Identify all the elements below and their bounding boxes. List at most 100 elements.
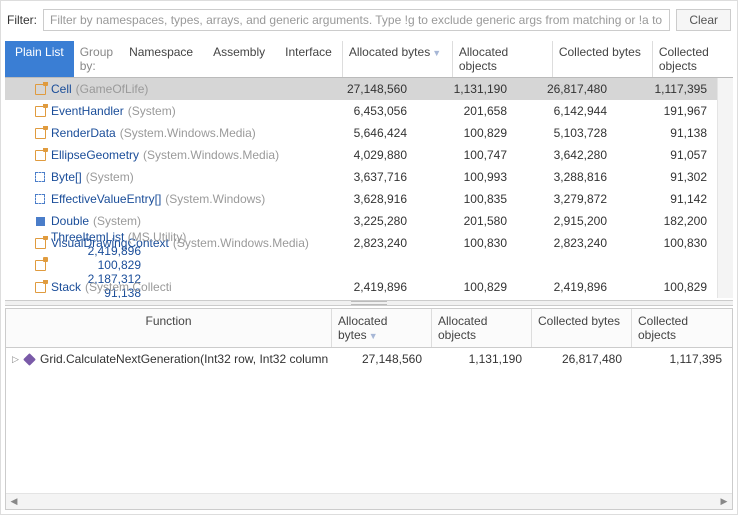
type-name-cell: Cell (GameOfLife) bbox=[5, 82, 317, 96]
type-namespace: (System.Windows) bbox=[165, 192, 265, 206]
type-namespace: (System.Collecti bbox=[85, 280, 172, 294]
type-row[interactable]: EventHandler (System)6,453,056201,6586,1… bbox=[5, 100, 717, 122]
type-namespace: (MS.Utility) bbox=[128, 230, 187, 244]
clear-button[interactable]: Clear bbox=[676, 9, 731, 31]
cell-coll-objs: 91,302 bbox=[617, 170, 717, 184]
col-allocated-bytes[interactable]: Allocated bytes▼ bbox=[332, 309, 432, 347]
cell-alloc-bytes: 2,419,896 bbox=[51, 244, 151, 258]
vertical-scrollbar[interactable] bbox=[717, 78, 733, 298]
type-namespace: (System) bbox=[93, 214, 141, 228]
cell-alloc-objs: 1,131,190 bbox=[432, 352, 532, 366]
type-name-cell: Double (System) bbox=[5, 214, 317, 228]
scroll-right-icon[interactable]: ▶ bbox=[716, 494, 732, 510]
expand-icon[interactable]: ▷ bbox=[12, 354, 22, 365]
cell-coll-objs: 1,117,395 bbox=[617, 82, 717, 96]
type-row[interactable]: Cell (GameOfLife)27,148,5601,131,19026,8… bbox=[5, 78, 717, 100]
type-name: Byte[] bbox=[51, 170, 82, 184]
call-tree-pane: Function Allocated bytes▼ Allocated obje… bbox=[5, 308, 733, 510]
type-name: Cell bbox=[51, 82, 72, 96]
type-name: Stack bbox=[51, 280, 81, 294]
cell-coll-bytes: 26,817,480 bbox=[517, 82, 617, 96]
scroll-left-icon[interactable]: ◀ bbox=[6, 494, 22, 510]
type-row[interactable]: EllipseGeometry (System.Windows.Media) 4,… bbox=[5, 144, 717, 166]
tab-namespace[interactable]: Namespace bbox=[119, 41, 203, 77]
cell-alloc-objs: 100,829 bbox=[51, 258, 151, 272]
type-icon bbox=[33, 126, 47, 140]
cell-alloc-objs: 100,993 bbox=[417, 170, 517, 184]
col-collected-bytes[interactable]: Collected bytes bbox=[532, 309, 632, 347]
type-name-cell: EventHandler (System) bbox=[5, 104, 317, 118]
cell-coll-objs: 182,200 bbox=[617, 214, 717, 228]
col-allocated-bytes[interactable]: Allocated bytes▼ bbox=[342, 41, 452, 77]
cell-alloc-objs: 100,829 bbox=[417, 126, 517, 140]
type-icon bbox=[33, 258, 47, 272]
cell-alloc-bytes: 4,029,880 bbox=[317, 148, 417, 162]
col-allocated-objects[interactable]: Allocated objects bbox=[432, 309, 532, 347]
type-namespace: (GameOfLife) bbox=[76, 82, 149, 96]
type-row[interactable]: Byte[] (System)3,637,716100,9933,288,816… bbox=[5, 166, 717, 188]
cell-alloc-bytes: 5,646,424 bbox=[317, 126, 417, 140]
splitter[interactable] bbox=[5, 300, 733, 306]
type-row[interactable]: ThreeItemList (MS.Utility)2,419,896100,8… bbox=[5, 254, 717, 276]
type-icon bbox=[33, 280, 47, 294]
type-name-cell: Byte[] (System) bbox=[5, 170, 317, 184]
column-headers: Allocated bytes▼ Allocated objects Colle… bbox=[342, 41, 738, 77]
type-icon bbox=[33, 148, 47, 162]
tab-plain-list[interactable]: Plain List bbox=[5, 41, 74, 77]
cell-alloc-bytes: 6,453,056 bbox=[317, 104, 417, 118]
cell-alloc-objs: 100,747 bbox=[417, 148, 517, 162]
cell-alloc-bytes: 2,419,896 bbox=[317, 280, 417, 294]
cell-coll-objs: 100,829 bbox=[617, 280, 717, 294]
type-namespace: (System) bbox=[86, 170, 134, 184]
group-by-label: Group by: bbox=[74, 41, 119, 77]
filter-input[interactable] bbox=[43, 9, 670, 31]
type-name: EllipseGeometry bbox=[51, 148, 139, 162]
type-grid: Cell (GameOfLife)27,148,5601,131,19026,8… bbox=[5, 78, 717, 298]
type-row[interactable]: RenderData (System.Windows.Media)5,646,4… bbox=[5, 122, 717, 144]
type-icon bbox=[33, 170, 47, 184]
type-name: Double bbox=[51, 214, 89, 228]
cell-alloc-bytes: 27,148,560 bbox=[332, 352, 432, 366]
tab-assembly[interactable]: Assembly bbox=[203, 41, 275, 77]
col-allocated-objects[interactable]: Allocated objects bbox=[452, 41, 552, 77]
col-collected-bytes[interactable]: Collected bytes bbox=[552, 41, 652, 77]
cell-alloc-bytes: 3,628,916 bbox=[317, 192, 417, 206]
cell-alloc-objs: 100,835 bbox=[417, 192, 517, 206]
method-icon bbox=[22, 352, 36, 366]
sort-desc-icon: ▼ bbox=[432, 48, 441, 58]
type-icon bbox=[33, 104, 47, 118]
cell-alloc-bytes: 3,225,280 bbox=[317, 214, 417, 228]
filter-row: Filter: Clear bbox=[5, 5, 733, 41]
type-icon bbox=[33, 236, 47, 250]
col-function[interactable]: Function bbox=[6, 309, 332, 347]
cell-coll-bytes: 3,642,280 bbox=[517, 148, 617, 162]
type-row[interactable]: Double (System)3,225,280201,5802,915,200… bbox=[5, 210, 717, 232]
cell-alloc-objs: 201,580 bbox=[417, 214, 517, 228]
type-name-cell: RenderData (System.Windows.Media) bbox=[5, 126, 317, 140]
type-namespace: (System.Windows.Media) bbox=[143, 148, 279, 162]
type-icon bbox=[33, 214, 47, 228]
type-namespace: (System) bbox=[128, 104, 176, 118]
cell-coll-bytes: 6,142,944 bbox=[517, 104, 617, 118]
type-row[interactable]: EffectiveValueEntry[] (System.Windows)3,… bbox=[5, 188, 717, 210]
cell-coll-bytes: 5,103,728 bbox=[517, 126, 617, 140]
call-tree-header: Function Allocated bytes▼ Allocated obje… bbox=[6, 309, 732, 348]
tab-interface[interactable]: Interface bbox=[275, 41, 342, 77]
type-name: RenderData bbox=[51, 126, 116, 140]
type-icon bbox=[33, 82, 47, 96]
type-name-cell: EffectiveValueEntry[] (System.Windows) bbox=[5, 192, 317, 206]
col-collected-objects[interactable]: Collected objects bbox=[652, 41, 738, 77]
cell-alloc-objs: 1,131,190 bbox=[417, 82, 517, 96]
type-name-cell: Stack (System.Collecti bbox=[5, 280, 317, 294]
cell-alloc-objs: 100,829 bbox=[417, 280, 517, 294]
cell-coll-bytes: 26,817,480 bbox=[532, 352, 632, 366]
toolbar: Plain List Group by: Namespace Assembly … bbox=[5, 41, 733, 78]
horizontal-scrollbar[interactable]: ◀ ▶ bbox=[6, 493, 732, 509]
cell-coll-bytes: 3,288,816 bbox=[517, 170, 617, 184]
cell-coll-bytes: 2,419,896 bbox=[517, 280, 617, 294]
sort-desc-icon: ▼ bbox=[369, 331, 378, 341]
col-collected-objects[interactable]: Collected objects bbox=[632, 309, 732, 347]
cell-coll-objs: 91,142 bbox=[617, 192, 717, 206]
cell-coll-bytes: 2,915,200 bbox=[517, 214, 617, 228]
call-tree-row[interactable]: ▷ Grid.CalculateNextGeneration(Int32 row… bbox=[6, 348, 732, 370]
